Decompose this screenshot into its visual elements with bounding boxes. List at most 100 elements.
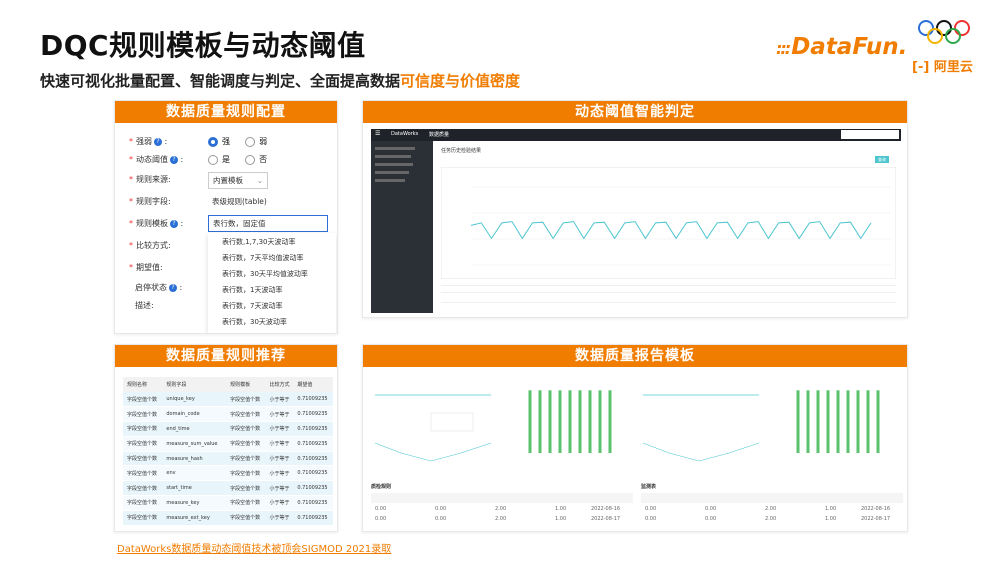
- table-cell: measure_ext_key: [162, 510, 227, 526]
- subtitle-highlight: 可信度与价值密度: [400, 72, 521, 90]
- table-cell: 0.71009235: [293, 392, 333, 408]
- source-label: * 规则来源:: [129, 175, 171, 184]
- table-cell: 0.71009235: [293, 465, 333, 482]
- template-dropdown-menu: 表行数,1,7,30天波动率 表行数，7天平均值波动率 表行数，30天平均值波动…: [208, 233, 336, 333]
- table-row[interactable]: 字段空值个数 unique_key 字段空值个数 小于等于 0.71009235: [123, 392, 333, 408]
- datafun-logo: :::DataFun.: [776, 34, 908, 60]
- rule-config-header: 数据质量规则配置: [115, 101, 337, 123]
- table-cell: 小于等于: [265, 495, 294, 511]
- menu-icon: ☰: [375, 130, 381, 137]
- chevron-down-icon: ⌄: [256, 176, 263, 185]
- bar: [876, 390, 880, 453]
- rule-config-panel: 数据质量规则配置 * 强弱? : 强 弱 * 动态阈值? : 是 否 * 规则来源: …: [114, 100, 338, 334]
- table-cell: 字段空值个数: [226, 480, 266, 497]
- bar: [558, 390, 562, 453]
- report-table-2: 0.00 0.00 2.00 1.00 2022-08-16 0.00 0.00…: [641, 493, 903, 527]
- strength-radio-group[interactable]: 强 弱: [208, 135, 267, 149]
- bar: [598, 390, 602, 453]
- table-header-row: 规则名称 规则字段 规则模板 比较方式 期望值: [123, 377, 333, 392]
- table-cell: 0.71009235: [293, 451, 333, 467]
- footer-sigmod-link[interactable]: DataWorks数据质量动态阈值技术被顶会SIGMOD 2021录取: [117, 540, 391, 555]
- menu-item[interactable]: 表行数，30天波动率: [222, 317, 287, 327]
- template-select[interactable]: 表行数，固定值: [208, 215, 328, 232]
- menu-item[interactable]: 表行数,1,7,30天波动率: [222, 237, 296, 247]
- table-cell: measure_sum_value: [162, 436, 227, 452]
- table-row[interactable]: 字段空值个数 domain_code 字段空值个数 小于等于 0.71009235: [123, 406, 333, 423]
- table-cell: 字段空值个数: [226, 510, 266, 526]
- column-header: 比较方式: [265, 377, 294, 392]
- table-row[interactable]: 字段空值个数 measure_sum_value 字段空值个数 小于等于 0.71009…: [123, 436, 333, 452]
- report-template-panel: 数据质量报告模板 质检规则 监测表 0.00 0.00 2.00 1.00 20…: [362, 344, 908, 532]
- table-cell: 小于等于: [265, 480, 294, 497]
- help-icon: ?: [154, 137, 162, 146]
- table-cell: start_time: [162, 480, 227, 497]
- menu-item[interactable]: 表行数，1天波动率: [222, 285, 282, 295]
- table-cell: 字段空值个数: [123, 480, 163, 497]
- radio-no[interactable]: [245, 154, 256, 165]
- expect-label: * 期望值:: [129, 263, 163, 272]
- table-row[interactable]: 字段空值个数 end_time 字段空值个数 小于等于 0.71009235: [123, 421, 333, 437]
- help-icon: ?: [169, 283, 177, 292]
- table-cell: 字段空值个数: [226, 406, 266, 423]
- bar: [538, 390, 542, 453]
- table-cell: 小于等于: [265, 406, 294, 423]
- table-cell: domain_code: [162, 406, 227, 423]
- search-input[interactable]: [841, 130, 899, 139]
- help-icon: ?: [170, 219, 178, 228]
- table-cell: 字段空值个数: [123, 451, 163, 467]
- table-cell: 字段空值个数: [226, 421, 266, 437]
- table-row[interactable]: 字段空值个数 measure_ext_key 字段空值个数 小于等于 0.7100923…: [123, 510, 333, 526]
- report-table-1-title: 质检规则: [371, 484, 392, 490]
- menu-item[interactable]: 表行数，7天平均值波动率: [222, 253, 303, 263]
- report-template-header: 数据质量报告模板: [363, 345, 907, 367]
- column-header: 规则模板: [226, 377, 266, 392]
- threshold-line-chart: [441, 167, 896, 279]
- table-row[interactable]: 字段空值个数 env 字段空值个数 小于等于 0.71009235: [123, 465, 333, 482]
- help-icon: ?: [170, 155, 178, 164]
- report-line-chart-2: [642, 394, 760, 462]
- column-header: 期望值: [293, 377, 333, 392]
- aliyun-logo: [-] 阿里云: [912, 60, 973, 75]
- field-value: 表级规则(table): [208, 194, 328, 211]
- bar: [528, 390, 532, 453]
- bar: [866, 390, 870, 453]
- field-label: * 规则字段:: [129, 197, 171, 206]
- subtitle-text: 快速可视化批量配置、智能调度与判定、全面提高数据: [40, 72, 401, 90]
- source-select[interactable]: 内置模板 ⌄: [208, 172, 268, 189]
- radio-yes[interactable]: [208, 154, 218, 165]
- table-cell: 0.71009235: [293, 480, 333, 497]
- bar: [856, 390, 860, 453]
- table-row[interactable]: 字段空值个数 start_time 字段空值个数 小于等于 0.71009235: [123, 480, 333, 497]
- app-topbar: ☰ DataWorks 数据质量: [371, 129, 901, 141]
- result-table: [441, 285, 896, 313]
- table-cell: 0.71009235: [293, 510, 333, 526]
- report-bar-chart-1: [528, 390, 612, 453]
- table-cell: 0.71009235: [293, 436, 333, 452]
- report-table-1: 0.00 0.00 2.00 1.00 2022-08-16 0.00 0.00…: [371, 493, 633, 527]
- bar: [568, 390, 572, 453]
- status-label: 启停状态? :: [135, 283, 183, 292]
- table-cell: 字段空值个数: [226, 495, 266, 511]
- table-cell: 小于等于: [265, 510, 294, 526]
- table-cell: unique_key: [162, 392, 227, 408]
- table-cell: 小于等于: [265, 465, 294, 482]
- table-cell: 0.71009235: [293, 406, 333, 423]
- dynamic-radio-group[interactable]: 是 否: [208, 153, 267, 167]
- radio-strong[interactable]: [208, 136, 218, 147]
- table-row[interactable]: 字段空值个数 measure_hash 字段空值个数 小于等于 0.71009235: [123, 451, 333, 467]
- radio-weak[interactable]: [245, 136, 256, 147]
- breadcrumb[interactable]: 数据质量: [429, 131, 449, 138]
- table-cell: 字段空值个数: [226, 465, 266, 482]
- table-cell: 字段空值个数: [123, 421, 163, 437]
- menu-item[interactable]: 表行数，30天平均值波动率: [222, 269, 308, 279]
- table-row[interactable]: 字段空值个数 measure_key 字段空值个数 小于等于 0.71009235: [123, 495, 333, 511]
- query-button[interactable]: 查询: [875, 156, 889, 163]
- bar-chart-2-marks: [796, 390, 880, 453]
- table-cell: 字段空值个数: [226, 392, 266, 408]
- olympic-rings-icon: [918, 20, 970, 44]
- menu-item[interactable]: 表行数，7天波动率: [222, 301, 282, 311]
- table-cell: 字段空值个数: [123, 495, 163, 511]
- bar: [578, 390, 582, 453]
- bar: [608, 390, 612, 453]
- content-heading: 任务历史检验结果: [441, 148, 482, 154]
